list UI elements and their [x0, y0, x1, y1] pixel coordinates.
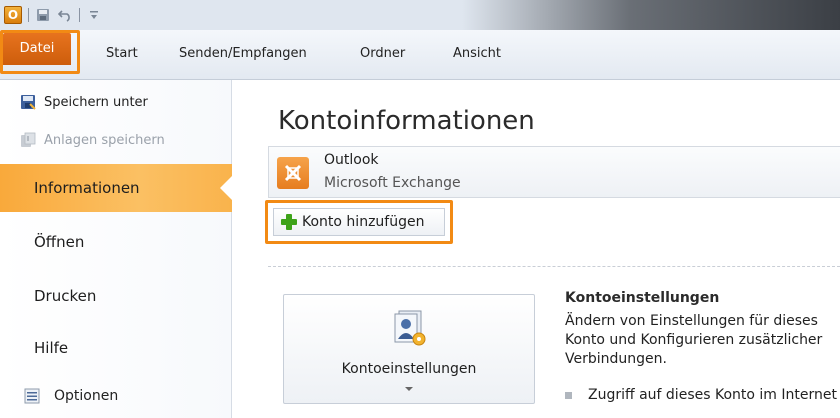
save-attachments-command: Anlagen speichern: [20, 128, 165, 152]
chevron-down-icon: [405, 387, 413, 391]
account-settings-button[interactable]: Kontoeinstellungen: [283, 294, 535, 404]
options-label: Optionen: [54, 388, 119, 404]
settings-heading: Kontoeinstellungen: [565, 290, 720, 306]
settings-bullet: Zugriff auf dieses Konto im Internet: [565, 386, 837, 405]
ribbon-tab-bar: Datei Start Senden/Empfangen Ordner Ansi…: [0, 30, 840, 80]
bullet-icon: [565, 392, 572, 399]
save-icon[interactable]: [35, 7, 51, 23]
tab-start[interactable]: Start: [106, 42, 138, 66]
tab-senden-empfangen[interactable]: Senden/Empfangen: [179, 42, 307, 66]
settings-bullet-text: Zugriff auf dieses Konto im Internet: [588, 387, 837, 403]
options-command[interactable]: Optionen: [24, 384, 118, 408]
tab-ordner[interactable]: Ordner: [360, 42, 405, 66]
save-as-icon: [21, 95, 36, 110]
section-divider: [268, 266, 840, 267]
nav-drucken[interactable]: Drucken: [0, 272, 232, 320]
save-attachments-icon: [21, 132, 36, 147]
nav-oeffnen[interactable]: Öffnen: [0, 218, 232, 266]
nav-informationen[interactable]: Informationen: [0, 164, 232, 212]
quick-access-toolbar: O: [4, 6, 102, 24]
undo-icon[interactable]: [57, 7, 73, 23]
tab-datei-highlight: Datei: [0, 30, 80, 74]
account-selector[interactable]: Outlook Microsoft Exchange: [268, 146, 840, 198]
account-name: Outlook: [324, 152, 379, 168]
account-type: Microsoft Exchange: [324, 175, 461, 191]
tab-ansicht[interactable]: Ansicht: [453, 42, 501, 66]
qat-separator: [28, 8, 29, 22]
account-settings-description: Kontoeinstellungen Ändern von Einstellun…: [565, 290, 840, 403]
backstage-navigation: Speichern unter Anlagen speichern Inform…: [0, 80, 232, 418]
active-nav-pointer: [220, 176, 232, 200]
nav-hilfe[interactable]: Hilfe: [0, 324, 232, 372]
add-account-button[interactable]: Konto hinzufügen: [273, 208, 445, 236]
outlook-app-icon[interactable]: O: [4, 6, 22, 24]
qat-separator: [79, 8, 80, 22]
title-bar: O: [0, 0, 840, 30]
nav-informationen-label: Informationen: [34, 179, 140, 197]
save-attachments-label: Anlagen speichern: [44, 132, 165, 148]
plus-icon: [280, 213, 298, 231]
exchange-icon: [277, 157, 309, 189]
account-settings-label: Kontoeinstellungen: [341, 361, 477, 377]
account-info-pane: Kontoinformationen Outlook Microsoft Exc…: [233, 80, 840, 418]
page-title: Kontoinformationen: [278, 106, 535, 136]
options-icon: [24, 388, 40, 404]
save-as-label: Speichern unter: [44, 94, 148, 110]
customize-qat-icon[interactable]: [86, 7, 102, 23]
settings-description: Ändern von Einstellungen für dieses Kont…: [565, 313, 823, 367]
add-account-label: Konto hinzufügen: [302, 214, 425, 230]
tab-datei[interactable]: Datei: [3, 33, 71, 65]
account-settings-icon: [394, 310, 426, 346]
save-as-command[interactable]: Speichern unter: [20, 90, 148, 114]
